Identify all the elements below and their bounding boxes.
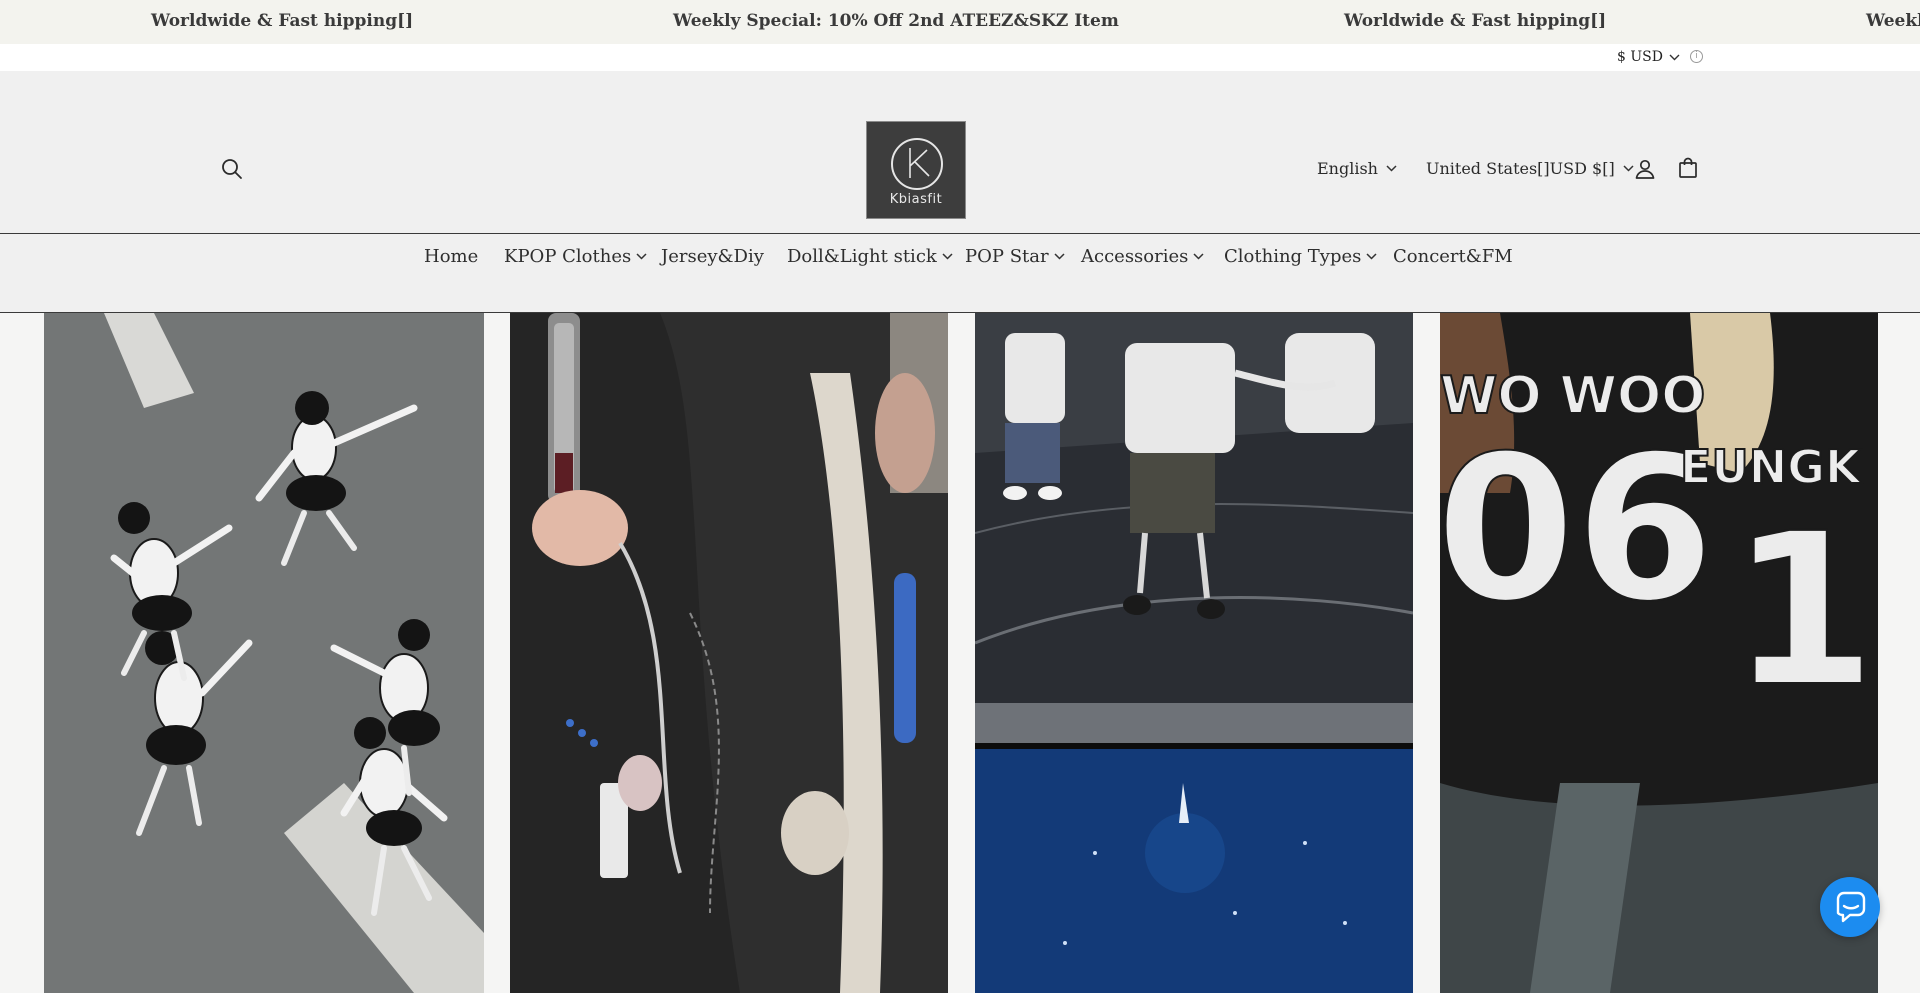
chevron-down-icon	[1669, 54, 1680, 60]
nav-item-label: Doll&Light stick	[787, 246, 937, 267]
gallery-margin	[0, 313, 44, 993]
hero-image-concert[interactable]	[975, 313, 1413, 993]
nav-item-label: Jersey&Diy	[661, 246, 764, 267]
announcement-message: Worldwide & Fast hipping[]	[151, 11, 414, 31]
language-label: English	[1317, 159, 1378, 178]
chevron-down-icon	[1366, 253, 1377, 260]
site-header: Kbiasfit English United States[]USD $[]	[0, 71, 1920, 234]
nav-item-home[interactable]: Home	[424, 246, 478, 267]
nav-item-label: KPOP Clothes	[504, 246, 632, 267]
nav-item-accessories[interactable]: Accessories	[1081, 246, 1204, 267]
hero-gallery: WO WOO 06 EUNGK 11	[0, 313, 1920, 993]
nav-item-jersey-diy[interactable]: Jersey&Diy	[661, 246, 764, 267]
nav-item-label: Concert&FM	[1393, 246, 1513, 267]
nav-item-label: Clothing Types	[1224, 246, 1362, 267]
info-circle-icon[interactable]: i	[1690, 50, 1703, 63]
search-icon[interactable]	[220, 157, 244, 181]
nav-item-label: Home	[424, 246, 479, 267]
nav-item-clothing-types[interactable]: Clothing Types	[1224, 246, 1377, 267]
language-selector[interactable]: English	[1317, 159, 1397, 178]
currency-selector[interactable]: $ USD	[1617, 49, 1680, 65]
nav-item-concert-fm[interactable]: Concert&FM	[1393, 246, 1513, 267]
country-selector[interactable]: United States[]USD $[]	[1426, 159, 1634, 178]
bag-icon[interactable]	[1676, 156, 1700, 180]
announcement-bar: Worldwide & Fast hipping[] Weekly Specia…	[0, 0, 1920, 44]
user-icon[interactable]	[1633, 157, 1657, 181]
nav-item-label: POP Star	[965, 246, 1049, 267]
chevron-down-icon	[1386, 165, 1397, 172]
gallery-margin	[1878, 313, 1920, 993]
announcement-message: Worldwide & Fast hipping[]	[1344, 11, 1607, 31]
logo-text: Kbiasfit	[889, 192, 943, 207]
hero-image-lightstick[interactable]	[510, 313, 948, 993]
currency-bar: $ USD	[0, 44, 1920, 71]
main-navigation: Home KPOP Clothes Jersey&Diy Doll&Light …	[0, 234, 1920, 313]
hero-image-jerseys[interactable]: WO WOO 06 EUNGK 11	[1440, 313, 1878, 993]
chevron-down-icon	[1193, 253, 1204, 260]
jersey-number: 11	[1730, 488, 1878, 733]
chevron-down-icon	[1054, 253, 1065, 260]
nav-item-doll-light-stick[interactable]: Doll&Light stick	[787, 246, 953, 267]
chevron-down-icon	[636, 253, 647, 260]
nav-item-pop-star[interactable]: POP Star	[965, 246, 1065, 267]
chevron-down-icon	[942, 253, 953, 260]
logo-mark	[891, 138, 943, 190]
announcement-message: Weekly Special: 10% Off 2nd ATEEZ&SKZ It…	[673, 11, 1119, 31]
jersey-number: 06	[1440, 413, 1714, 646]
chat-bubble-icon[interactable]	[1820, 877, 1880, 937]
hero-image-dancers[interactable]	[44, 313, 484, 993]
nav-item-kpop-clothes[interactable]: KPOP Clothes	[504, 246, 647, 267]
jersey-name: EUNGK	[1680, 440, 1863, 494]
country-label: United States[]USD $[]	[1426, 159, 1615, 178]
brand-logo[interactable]: Kbiasfit	[866, 121, 966, 219]
announcement-message: Weekly	[1866, 11, 1920, 31]
nav-item-label: Accessories	[1081, 246, 1189, 267]
currency-label: $ USD	[1617, 49, 1663, 65]
